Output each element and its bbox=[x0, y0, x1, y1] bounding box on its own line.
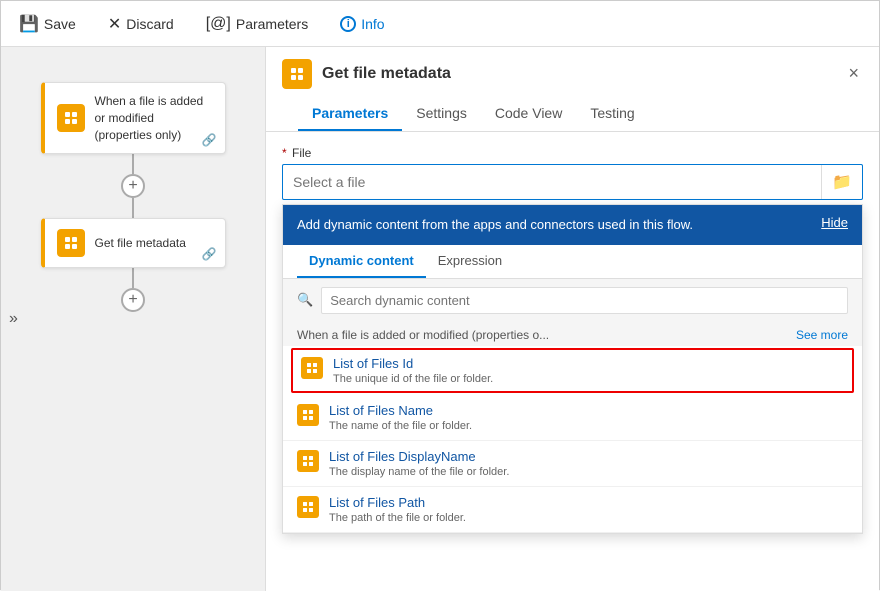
dropdown-tab-expression[interactable]: Expression bbox=[426, 245, 514, 278]
toolbar: 💾 Save ✕ Discard [@] Parameters i Info bbox=[1, 1, 879, 47]
trigger-node-text: When a file is addedor modified(properti… bbox=[95, 93, 204, 143]
tab-settings[interactable]: Settings bbox=[402, 97, 481, 131]
panel-header: Get file metadata Parameters Settings Co… bbox=[266, 47, 879, 132]
item-desc: The display name of the file or folder. bbox=[329, 466, 509, 478]
panel-title-row: Get file metadata bbox=[282, 59, 665, 97]
trigger-node[interactable]: When a file is addedor modified(properti… bbox=[41, 82, 226, 154]
tab-testing[interactable]: Testing bbox=[576, 97, 648, 131]
connector-2 bbox=[132, 198, 134, 218]
dropdown-items: List of Files Id The unique id of the fi… bbox=[283, 346, 862, 533]
info-button[interactable]: i Info bbox=[334, 12, 390, 36]
panel-action-icon bbox=[282, 59, 312, 89]
dropdown-tabs: Dynamic content Expression bbox=[283, 245, 862, 279]
parameters-button[interactable]: [@] Parameters bbox=[200, 11, 315, 37]
item-text: List of Files Name The name of the file … bbox=[329, 403, 472, 432]
hide-button[interactable]: Hide bbox=[821, 215, 848, 230]
folder-icon[interactable]: 📁 bbox=[821, 165, 862, 199]
info-label: Info bbox=[361, 16, 384, 32]
file-input-row: 📁 bbox=[282, 164, 863, 200]
item-title: List of Files DisplayName bbox=[329, 449, 509, 464]
save-label: Save bbox=[44, 16, 76, 32]
list-item[interactable]: List of Files Path The path of the file … bbox=[283, 487, 862, 533]
connector-3 bbox=[132, 268, 134, 288]
item-icon bbox=[297, 450, 319, 472]
tab-parameters[interactable]: Parameters bbox=[298, 97, 402, 131]
item-icon bbox=[297, 404, 319, 426]
item-icon bbox=[297, 496, 319, 518]
discard-label: Discard bbox=[126, 16, 173, 32]
parameters-icon: [@] bbox=[206, 15, 231, 33]
item-text: List of Files Path The path of the file … bbox=[329, 495, 466, 524]
save-icon: 💾 bbox=[19, 14, 39, 34]
discard-icon: ✕ bbox=[108, 14, 121, 34]
list-item[interactable]: List of Files DisplayName The display na… bbox=[283, 441, 862, 487]
info-icon: i bbox=[340, 16, 356, 32]
action-node-text: Get file metadata bbox=[95, 235, 186, 252]
dynamic-content-dropdown: Add dynamic content from the apps and co… bbox=[282, 204, 863, 534]
item-icon bbox=[301, 357, 323, 379]
search-icon: 🔍 bbox=[297, 292, 313, 308]
item-title: List of Files Name bbox=[329, 403, 472, 418]
section-label-text: When a file is added or modified (proper… bbox=[297, 328, 549, 342]
save-button[interactable]: 💾 Save bbox=[13, 10, 82, 38]
item-text: List of Files Id The unique id of the fi… bbox=[333, 356, 493, 385]
see-more-link[interactable]: See more bbox=[796, 328, 848, 342]
search-input[interactable] bbox=[321, 287, 848, 314]
list-item[interactable]: List of Files Id The unique id of the fi… bbox=[291, 348, 854, 393]
item-desc: The path of the file or folder. bbox=[329, 512, 466, 524]
file-field-label: * File bbox=[282, 146, 863, 160]
discard-button[interactable]: ✕ Discard bbox=[102, 10, 180, 38]
file-label-text: File bbox=[292, 146, 311, 160]
item-title: List of Files Path bbox=[329, 495, 466, 510]
dropdown-section-label: When a file is added or modified (proper… bbox=[283, 322, 862, 346]
dropdown-tab-dynamic[interactable]: Dynamic content bbox=[297, 245, 426, 278]
panel-title: Get file metadata bbox=[322, 65, 451, 83]
main-container: » When a file is addedor modified(proper… bbox=[1, 47, 879, 591]
add-step-button-2[interactable]: + bbox=[121, 288, 145, 312]
detail-panel: Get file metadata Parameters Settings Co… bbox=[266, 47, 879, 591]
expand-icon[interactable]: » bbox=[9, 310, 18, 328]
action-icon bbox=[57, 229, 85, 257]
trigger-link-icon: 🔗 bbox=[202, 133, 217, 147]
parameters-label: Parameters bbox=[236, 16, 308, 32]
item-title: List of Files Id bbox=[333, 356, 493, 371]
file-input-container: 📁 Add dynamic content from the apps and … bbox=[282, 164, 863, 200]
panel-tabs: Parameters Settings Code View Testing bbox=[282, 97, 665, 131]
flow-canvas: » When a file is addedor modified(proper… bbox=[1, 47, 266, 591]
required-star: * bbox=[282, 146, 287, 160]
item-desc: The unique id of the file or folder. bbox=[333, 373, 493, 385]
connector-1 bbox=[132, 154, 134, 174]
dropdown-search-container: 🔍 bbox=[283, 279, 862, 322]
action-link-icon: 🔗 bbox=[202, 247, 217, 261]
trigger-icon bbox=[57, 104, 85, 132]
list-item[interactable]: List of Files Name The name of the file … bbox=[283, 395, 862, 441]
dropdown-header-text: Add dynamic content from the apps and co… bbox=[297, 215, 811, 235]
action-node[interactable]: Get file metadata 🔗 bbox=[41, 218, 226, 268]
item-text: List of Files DisplayName The display na… bbox=[329, 449, 509, 478]
panel-body: * File 📁 Add dynamic content from the ap… bbox=[266, 132, 879, 591]
item-desc: The name of the file or folder. bbox=[329, 420, 472, 432]
add-step-button-1[interactable]: + bbox=[121, 174, 145, 198]
dropdown-header: Add dynamic content from the apps and co… bbox=[283, 205, 862, 245]
file-input[interactable] bbox=[283, 167, 821, 197]
tab-code-view[interactable]: Code View bbox=[481, 97, 576, 131]
close-button[interactable]: × bbox=[844, 59, 863, 88]
